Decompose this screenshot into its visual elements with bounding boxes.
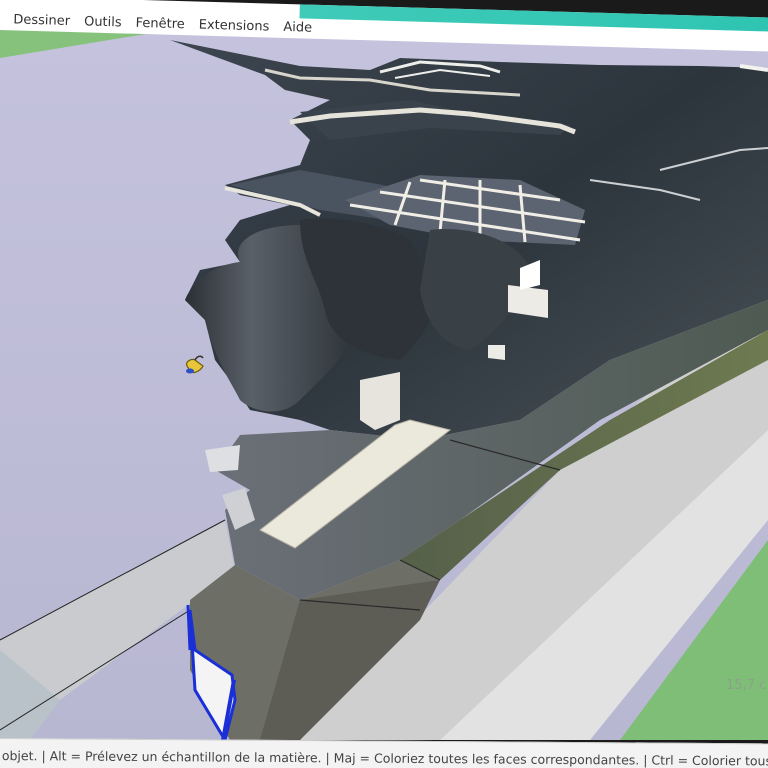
paint-bucket-icon: [183, 352, 209, 378]
menu-outils[interactable]: Outils: [84, 14, 122, 30]
menu-aide[interactable]: Aide: [283, 20, 312, 36]
extrusion-face-2: [360, 372, 400, 430]
app-window: Dessiner Outils Fenêtre Extensions Aide …: [0, 0, 768, 768]
measurement-readout: 15,7 c: [726, 678, 767, 693]
window-title-accent: [299, 4, 768, 33]
menu-fenetre[interactable]: Fenêtre: [135, 16, 185, 32]
status-bar: objet. | Alt = Prélevez un échantillon d…: [0, 738, 768, 768]
menu-extensions[interactable]: Extensions: [199, 18, 270, 35]
3d-viewport[interactable]: [0, 30, 768, 744]
status-hint-text: objet. | Alt = Prélevez un échantillon d…: [1, 748, 768, 768]
model-canvas[interactable]: [0, 30, 768, 744]
menu-dessiner[interactable]: Dessiner: [13, 12, 70, 29]
